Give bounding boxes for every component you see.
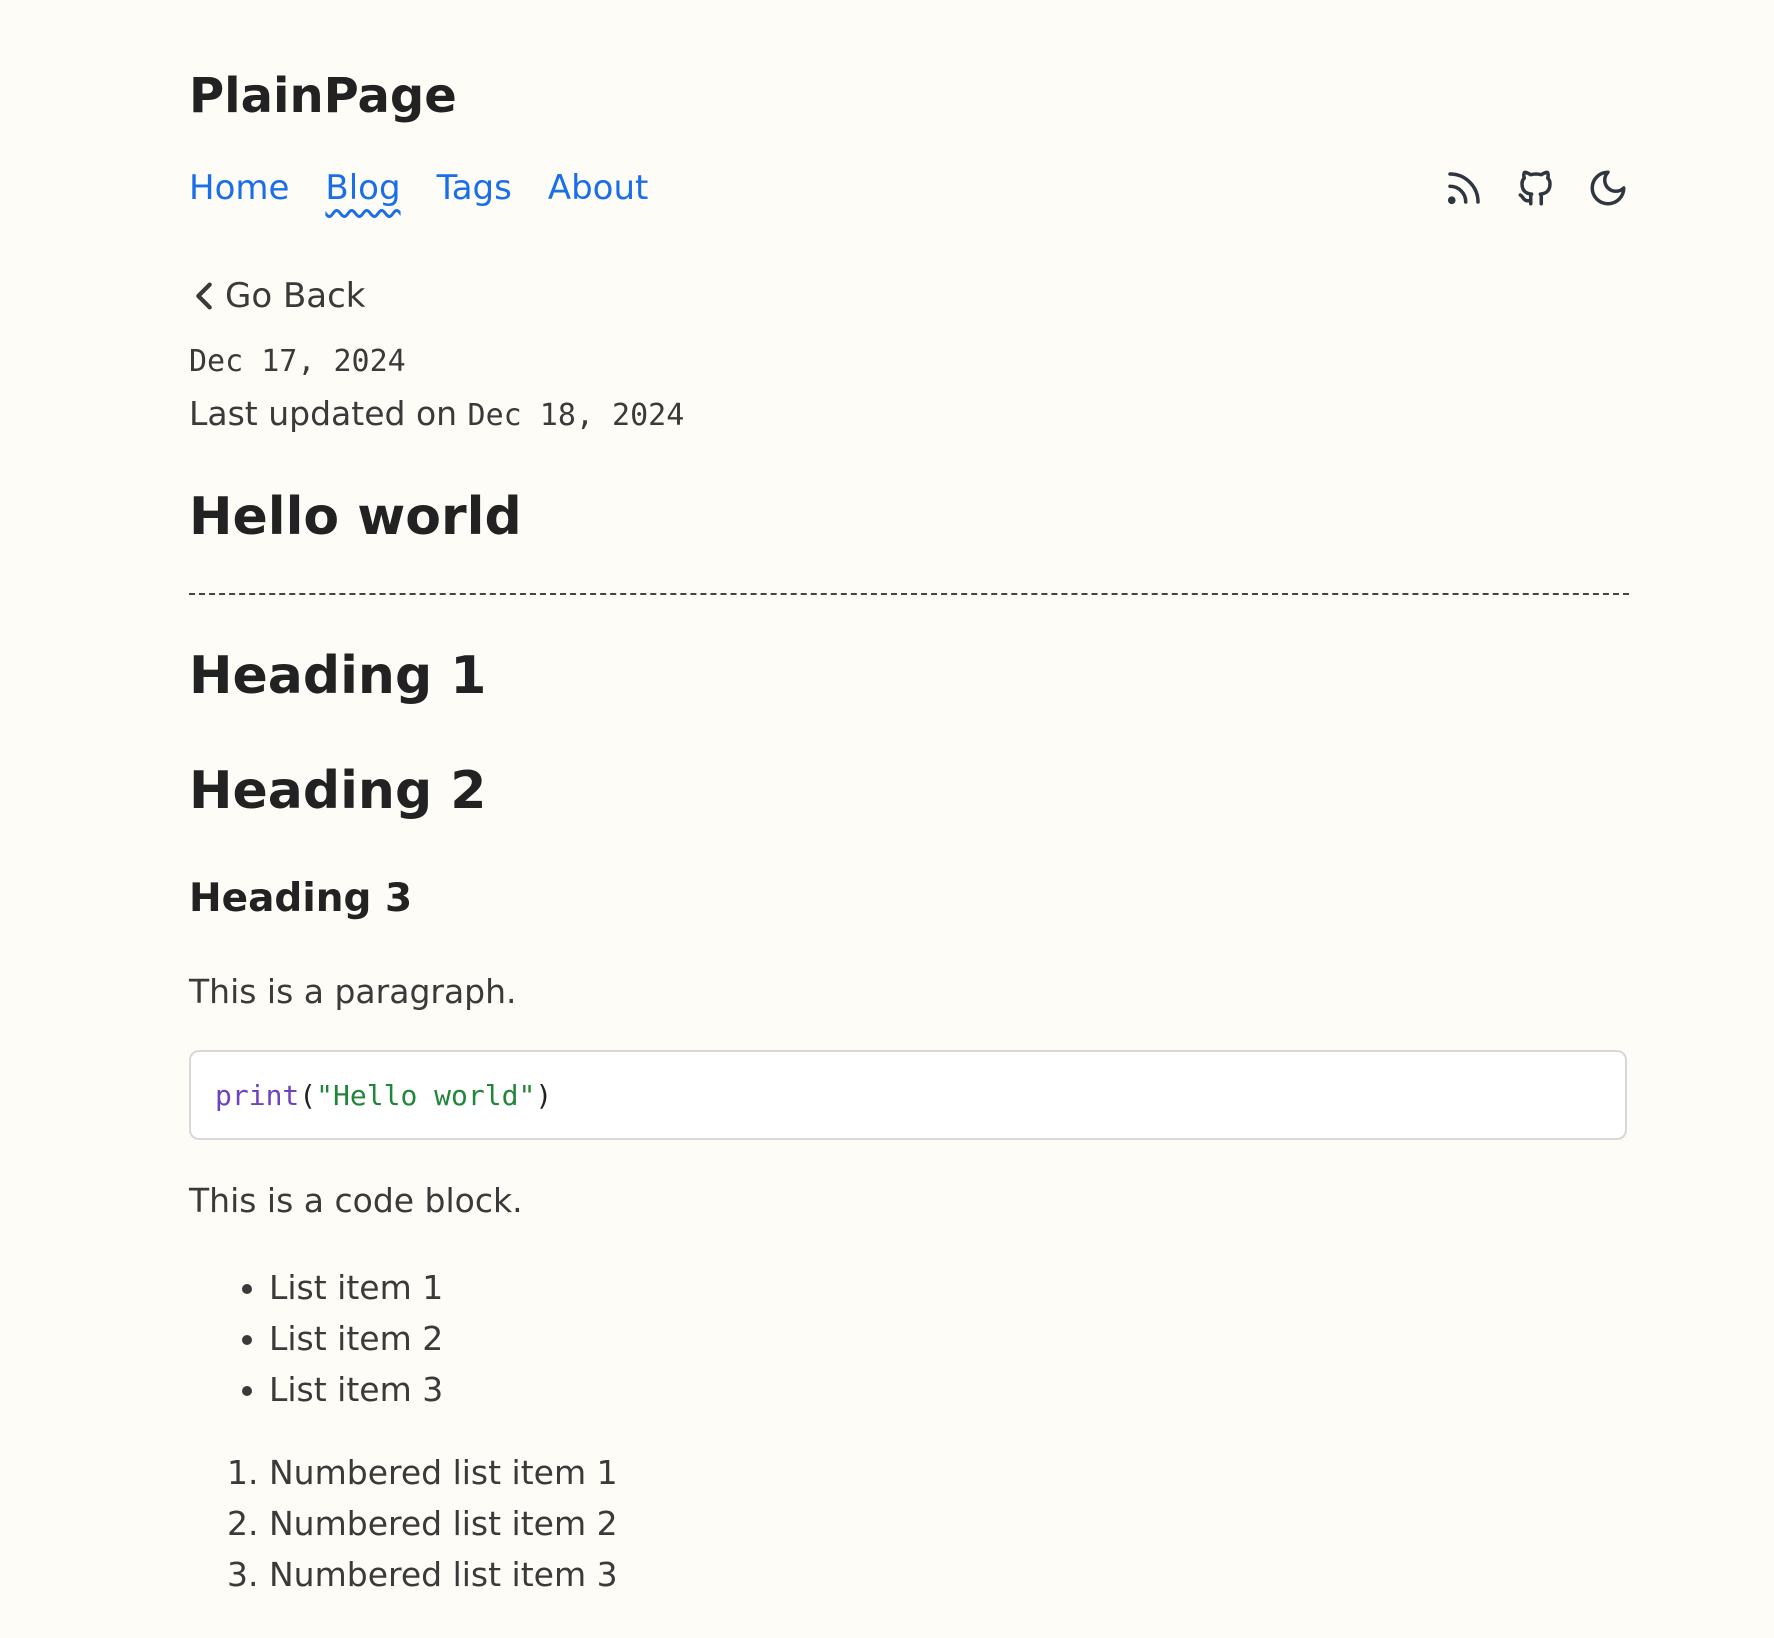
publish-date: Dec 17, 2024 (189, 344, 406, 379)
code-close-paren: ) (535, 1078, 553, 1112)
code-open-paren: ( (299, 1078, 317, 1112)
nav-link-about[interactable]: About (548, 168, 649, 208)
numbered-list-item: Numbered list item 3 (269, 1549, 618, 1600)
page: PlainPage Home Blog Tags About Go Back D… (0, 0, 1774, 1638)
nav-link-home[interactable]: Home (189, 168, 289, 208)
chevron-left-icon (196, 282, 212, 310)
bullet-list: List item 1 List item 2 List item 3 (189, 1262, 443, 1415)
nav-link-tags[interactable]: Tags (437, 168, 512, 208)
post-title: Hello world (189, 487, 522, 547)
site-title[interactable]: PlainPage (189, 68, 457, 126)
rss-icon[interactable] (1442, 166, 1486, 210)
code-caption: This is a code block. (189, 1181, 523, 1220)
list-item: List item 3 (269, 1364, 443, 1415)
github-icon[interactable] (1514, 166, 1558, 210)
numbered-list: Numbered list item 1 Numbered list item … (189, 1447, 618, 1600)
title-divider (189, 593, 1629, 595)
code-block: print("Hello world") (189, 1050, 1627, 1140)
list-item: List item 2 (269, 1313, 443, 1364)
code-string: "Hello world" (316, 1078, 536, 1112)
heading-2: Heading 2 (189, 761, 487, 821)
heading-1: Heading 1 (189, 646, 487, 706)
heading-3: Heading 3 (189, 876, 413, 921)
numbered-list-item: Numbered list item 2 (269, 1498, 618, 1549)
numbered-list-item: Numbered list item 1 (269, 1447, 618, 1498)
go-back-label: Go Back (225, 276, 366, 316)
code-function: print (215, 1078, 300, 1112)
paragraph: This is a paragraph. (189, 972, 517, 1011)
go-back-link[interactable]: Go Back (189, 276, 366, 316)
last-updated: Last updated on Dec 18, 2024 (189, 394, 684, 433)
main-nav: Home Blog Tags About (189, 168, 648, 208)
nav-link-blog[interactable]: Blog (325, 168, 400, 208)
list-item: List item 1 (269, 1262, 443, 1313)
last-updated-date: Dec 18, 2024 (467, 398, 685, 433)
last-updated-prefix: Last updated on (189, 394, 458, 433)
nav-icon-group (1442, 166, 1630, 210)
moon-icon[interactable] (1586, 166, 1630, 210)
